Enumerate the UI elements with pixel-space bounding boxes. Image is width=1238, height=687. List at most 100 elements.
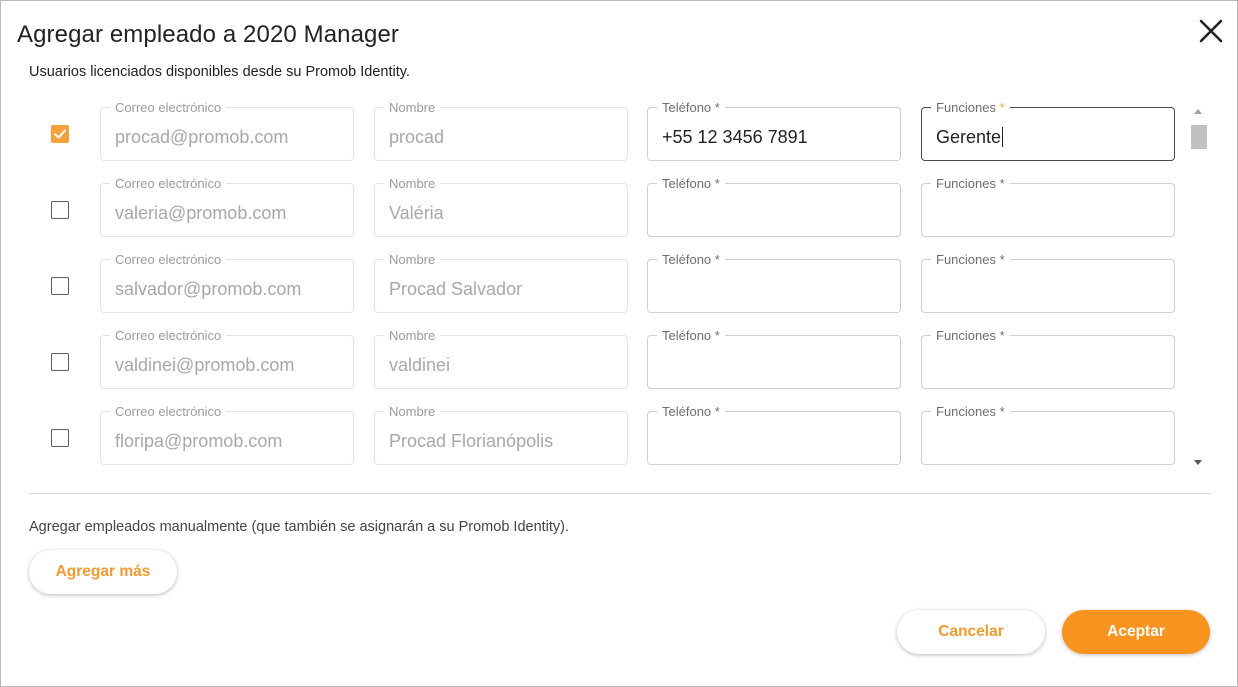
field-label: Nombre — [384, 328, 441, 343]
role-field[interactable]: Funciones * — [921, 328, 1175, 389]
field-value: Valéria — [389, 203, 444, 224]
scroll-up-icon[interactable] — [1194, 109, 1202, 114]
field-value: Procad Florianópolis — [389, 431, 553, 452]
field-value-text: valeria@promob.com — [115, 203, 287, 223]
manual-add-text: Agregar empleados manualmente (que tambi… — [29, 519, 570, 535]
required-mark: * — [999, 176, 1005, 191]
field-label-text: Nombre — [389, 328, 436, 343]
name-field: Nombre procad — [374, 100, 628, 161]
field-label: Funciones * — [931, 100, 1010, 115]
email-field: Correo electrónico valdinei@promob.com — [100, 328, 354, 389]
field-label: Correo electrónico — [110, 176, 227, 191]
add-more-button[interactable]: Agregar más — [29, 550, 177, 594]
user-row: Correo electrónico valeria@promob.com Nomb… — [29, 173, 1179, 249]
required-mark: * — [714, 404, 720, 419]
field-value-text: Procad Florianópolis — [389, 431, 554, 451]
user-checkbox[interactable] — [51, 201, 69, 219]
field-value: procad — [389, 127, 444, 148]
field-value-text: Valéria — [389, 203, 444, 223]
field-value: Gerente — [936, 127, 1004, 148]
field-label: Funciones * — [931, 404, 1010, 419]
scrollbar-thumb[interactable] — [1191, 125, 1207, 149]
field-label-text: Correo electrónico — [115, 176, 222, 191]
field-value: procad@promob.com — [115, 127, 288, 148]
field-label: Nombre — [384, 176, 441, 191]
field-label: Correo electrónico — [110, 404, 227, 419]
field-label-text: Correo electrónico — [115, 404, 222, 419]
required-mark: * — [714, 176, 720, 191]
field-label-text: Funciones — [936, 404, 996, 419]
field-value-text: procad — [389, 127, 445, 147]
field-label-text: Correo electrónico — [115, 328, 222, 343]
field-label: Teléfono * — [657, 404, 725, 419]
field-value: valeria@promob.com — [115, 203, 286, 224]
field-label: Nombre — [384, 100, 441, 115]
field-label-text: Nombre — [389, 176, 436, 191]
field-label: Teléfono * — [657, 328, 725, 343]
field-value: floripa@promob.com — [115, 431, 282, 452]
field-label: Funciones * — [931, 252, 1010, 267]
user-row: Correo electrónico salvador@promob.com Nom… — [29, 249, 1179, 325]
phone-field[interactable]: Teléfono * — [647, 252, 901, 313]
required-mark: * — [999, 100, 1005, 115]
field-label: Teléfono * — [657, 100, 725, 115]
field-value: valdinei — [389, 355, 450, 376]
field-label-text: Nombre — [389, 100, 436, 115]
cancel-button[interactable]: Cancelar — [897, 610, 1045, 654]
field-value-text: procad@promob.com — [115, 127, 289, 147]
user-row: Correo electrónico procad@promob.com Nombr… — [29, 97, 1179, 173]
user-list: Correo electrónico procad@promob.com Nombr… — [29, 97, 1213, 475]
accept-button[interactable]: Aceptar — [1062, 610, 1210, 654]
field-label-text: Teléfono — [662, 100, 712, 115]
field-label: Funciones * — [931, 328, 1010, 343]
scroll-down-icon[interactable] — [1194, 460, 1202, 465]
role-field[interactable]: Funciones * — [921, 252, 1175, 313]
name-field: Nombre Procad Salvador — [374, 252, 628, 313]
close-icon[interactable] — [1197, 17, 1225, 45]
field-label-text: Nombre — [389, 252, 436, 267]
dialog-title: Agregar empleado a 2020 Manager — [17, 21, 400, 48]
email-field: Correo electrónico salvador@promob.com — [100, 252, 354, 313]
name-field: Nombre Valéria — [374, 176, 628, 237]
field-label: Teléfono * — [657, 252, 725, 267]
user-checkbox[interactable] — [51, 353, 69, 371]
field-label: Nombre — [384, 404, 441, 419]
phone-field[interactable]: Teléfono * — [647, 176, 901, 237]
field-label-text: Nombre — [389, 404, 436, 419]
name-field: Nombre Procad Florianópolis — [374, 404, 628, 465]
name-field: Nombre valdinei — [374, 328, 628, 389]
text-caret — [1002, 127, 1004, 147]
field-value-text: Procad Salvador — [389, 279, 523, 299]
user-checkbox[interactable] — [51, 429, 69, 447]
field-label: Teléfono * — [657, 176, 725, 191]
field-label-text: Funciones — [936, 252, 996, 267]
user-checkbox[interactable] — [51, 277, 69, 295]
phone-field[interactable]: Teléfono * — [647, 404, 901, 465]
field-label-text: Teléfono — [662, 252, 712, 267]
email-field: Correo electrónico floripa@promob.com — [100, 404, 354, 465]
field-label: Correo electrónico — [110, 100, 227, 115]
email-field: Correo electrónico procad@promob.com — [100, 100, 354, 161]
required-mark: * — [999, 328, 1005, 343]
user-checkbox[interactable] — [51, 125, 69, 143]
phone-field[interactable]: Teléfono * +55 12 3456 7891 — [647, 100, 901, 161]
role-field[interactable]: Funciones * — [921, 404, 1175, 465]
field-label-text: Correo electrónico — [115, 100, 222, 115]
phone-field[interactable]: Teléfono * — [647, 328, 901, 389]
required-mark: * — [999, 252, 1005, 267]
email-field: Correo electrónico valeria@promob.com — [100, 176, 354, 237]
list-scrollbar[interactable] — [1187, 101, 1211, 471]
required-mark: * — [714, 252, 720, 267]
field-label-text: Teléfono — [662, 328, 712, 343]
field-value-text: valdinei@promob.com — [115, 355, 295, 375]
user-row: Correo electrónico valdinei@promob.com Nom… — [29, 325, 1179, 401]
role-field[interactable]: Funciones * Gerente — [921, 100, 1175, 161]
user-row: Correo electrónico floripa@promob.com Nomb… — [29, 401, 1179, 475]
role-field[interactable]: Funciones * — [921, 176, 1175, 237]
add-employee-dialog: Agregar empleado a 2020 Manager Usuarios… — [0, 0, 1238, 687]
field-value: Procad Salvador — [389, 279, 522, 300]
dialog-subtitle: Usuarios licenciados disponibles desde s… — [29, 64, 410, 80]
field-label: Nombre — [384, 252, 441, 267]
field-value-text: Gerente — [936, 127, 1002, 147]
field-label-text: Teléfono — [662, 176, 712, 191]
